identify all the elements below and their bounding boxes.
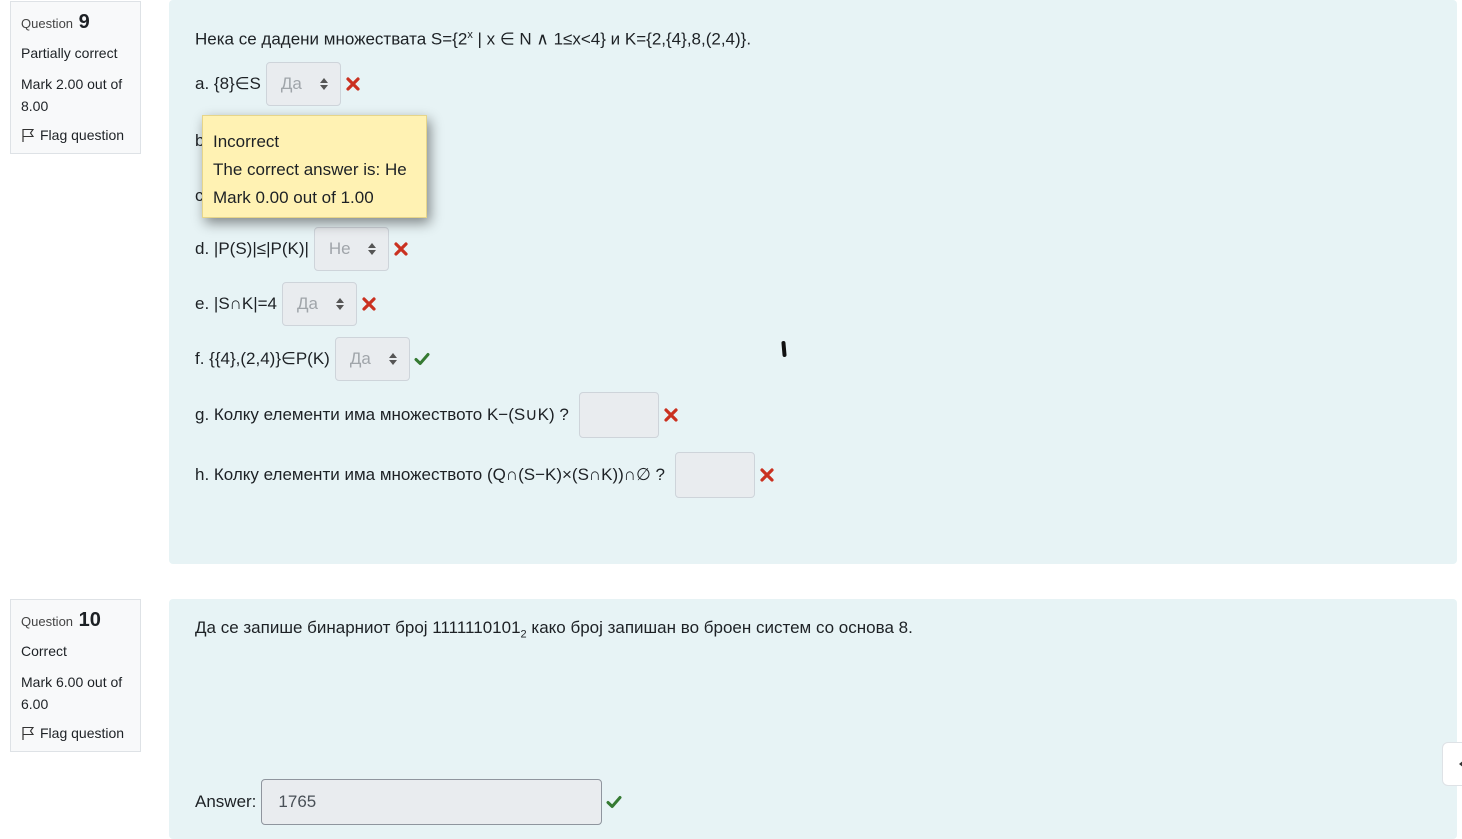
incorrect-icon bbox=[362, 297, 376, 311]
feedback-status: Incorrect bbox=[213, 132, 280, 151]
incorrect-icon bbox=[394, 242, 408, 256]
answer-label: Answer: bbox=[195, 792, 257, 811]
subquestion-h: h. Колку елементи има множеството (Q∩(S−… bbox=[195, 452, 775, 498]
question-state: Partially correct bbox=[21, 45, 118, 61]
drawer-toggle-button[interactable] bbox=[1442, 742, 1462, 786]
feedback-correct-answer: The correct answer is: Не bbox=[213, 160, 407, 179]
answer-select[interactable]: Да bbox=[265, 62, 341, 106]
subquestion-label: h. Колку елементи има множеството (Q∩(S−… bbox=[195, 465, 666, 484]
select-arrows-icon bbox=[319, 78, 328, 90]
feedback-mark: Mark 0.00 out of 1.00 bbox=[213, 188, 374, 207]
flag-icon bbox=[21, 128, 35, 143]
subquestion-label: f. {{4},(2,4)}∈P(K) bbox=[195, 349, 330, 368]
subquestion-g: g. Колку елементи има множеството K−(S∪K… bbox=[195, 392, 679, 438]
subquestion-a: a. {8}∈S Да bbox=[195, 62, 361, 106]
subquestion-label: e. |S∩K|=4 bbox=[195, 294, 278, 313]
question-number: Question 10 bbox=[21, 609, 101, 631]
question-9-content: Нека се дадени множествата S={2x | x ∈ N… bbox=[169, 0, 1457, 564]
question-9-info: Question 9 Partially correct Mark 2.00 o… bbox=[10, 1, 141, 154]
subquestion-d: d. |P(S)|≤|P(K)| Не bbox=[195, 227, 409, 271]
feedback-tooltip: Incorrect The correct answer is: Не Mark… bbox=[202, 115, 427, 218]
question-number: Question 9 bbox=[21, 11, 90, 33]
subquestion-label: d. |P(S)|≤|P(K)| bbox=[195, 239, 309, 258]
correct-icon bbox=[414, 353, 430, 365]
answer-input[interactable] bbox=[675, 452, 756, 498]
question-grade: Mark 2.00 out of 8.00 bbox=[21, 76, 123, 114]
answer-input[interactable] bbox=[578, 392, 659, 438]
answer-row: Answer: 1765 bbox=[195, 779, 622, 825]
flag-question-label: Flag question bbox=[40, 725, 125, 741]
question-grade: Mark 6.00 out of 6.00 bbox=[21, 674, 123, 712]
question-text: Нека се дадени множествата S={2x | x ∈ N… bbox=[195, 29, 752, 49]
select-arrows-icon bbox=[336, 298, 345, 310]
select-arrows-icon bbox=[367, 243, 376, 255]
flag-question-button[interactable]: Flag question bbox=[21, 125, 130, 145]
flag-question-button[interactable]: Flag question bbox=[21, 723, 130, 743]
question-text: Да се запише бинарниот број 11111101012 … bbox=[195, 618, 913, 641]
subquestion-label: a. {8}∈S bbox=[195, 74, 261, 93]
subquestion-label: g. Колку елементи има множеството K−(S∪K… bbox=[195, 405, 569, 424]
subquestion-f: f. {{4},(2,4)}∈P(K) Да bbox=[195, 337, 430, 381]
answer-input[interactable]: 1765 bbox=[261, 779, 603, 825]
answer-select[interactable]: Да bbox=[334, 337, 410, 381]
select-arrows-icon bbox=[388, 353, 397, 365]
answer-select[interactable]: Не bbox=[313, 227, 389, 271]
subquestion-e: e. |S∩K|=4 Да bbox=[195, 282, 377, 326]
question-state: Correct bbox=[21, 643, 67, 659]
incorrect-icon bbox=[760, 468, 774, 482]
correct-icon bbox=[606, 796, 622, 808]
flag-question-label: Flag question bbox=[40, 127, 125, 143]
incorrect-icon bbox=[664, 408, 678, 422]
incorrect-icon bbox=[346, 77, 360, 91]
answer-select[interactable]: Да bbox=[282, 282, 358, 326]
question-10-info: Question 10 Correct Mark 6.00 out of 6.00… bbox=[10, 599, 141, 752]
flag-icon bbox=[21, 726, 35, 741]
question-10-content: Да се запише бинарниот број 11111101012 … bbox=[169, 599, 1457, 839]
